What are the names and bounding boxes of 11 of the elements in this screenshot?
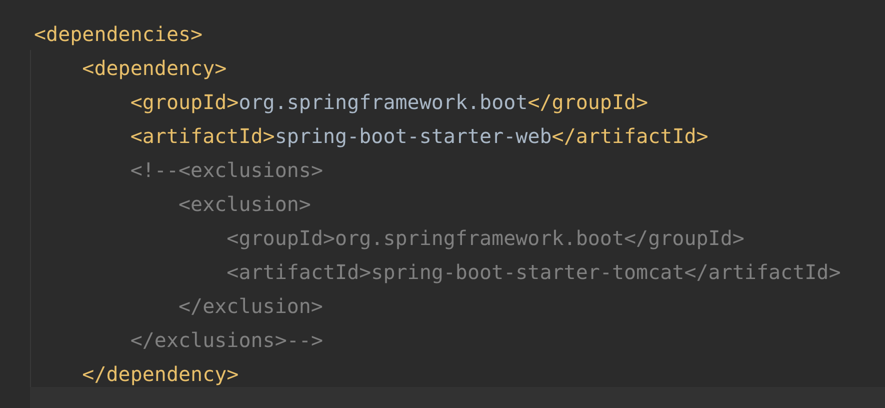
code-line: <!--<exclusions> — [130, 158, 323, 182]
code-line: <dependency> — [82, 56, 227, 80]
code-line: </dependency> — [82, 362, 239, 386]
code-line: <artifactId>spring-boot-starter-web</artifactId> — [130, 124, 708, 148]
code-line: <groupId>org.springframework.boot</groupId> — [130, 90, 648, 114]
code-line: <groupId>org.springframework.boot</groupId> — [226, 226, 744, 250]
code-line: <exclusion> — [178, 192, 311, 216]
code-line: <dependencies> — [34, 22, 203, 46]
code-line: <artifactId>spring-boot-starter-tomcat</artifactId> — [226, 260, 841, 284]
code-line: </exclusion> — [178, 294, 323, 318]
code-line: </exclusions>--> — [130, 328, 323, 352]
